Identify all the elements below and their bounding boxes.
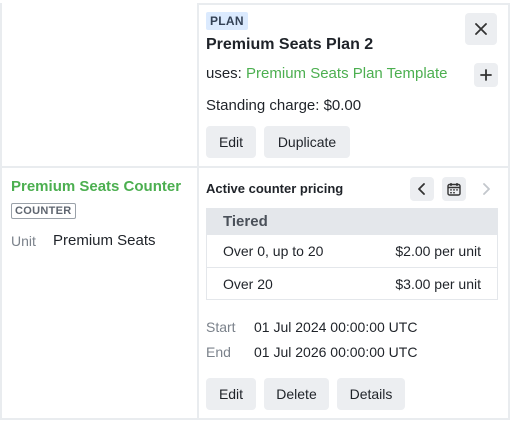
plan-title: Premium Seats Plan 2 — [206, 36, 374, 53]
duplicate-plan-button[interactable]: Duplicate — [264, 126, 350, 158]
table-row: Over 20 $3.00 per unit — [207, 267, 497, 300]
next-pricing-button[interactable] — [474, 177, 498, 201]
start-value: 01 Jul 2024 00:00:00 UTC — [254, 319, 418, 335]
edit-plan-button[interactable]: Edit — [206, 126, 256, 158]
chevron-right-icon — [483, 183, 490, 195]
calendar-icon — [447, 183, 461, 196]
uses-row: uses: Premium Seats Plan Template — [206, 65, 448, 82]
pricing-title: Active counter pricing — [206, 181, 344, 196]
close-icon — [475, 23, 487, 35]
close-button[interactable] — [465, 13, 497, 45]
end-value: 01 Jul 2026 00:00:00 UTC — [254, 344, 418, 360]
tier-range: Over 20 — [223, 276, 273, 292]
previous-pricing-button[interactable] — [410, 177, 434, 201]
details-button[interactable]: Details — [337, 378, 405, 410]
pricing-table-header: Tiered — [207, 209, 497, 234]
unit-label: Unit — [11, 233, 36, 249]
uses-label: uses: — [206, 65, 242, 82]
counter-badge: COUNTER — [11, 203, 76, 219]
end-label: End — [206, 344, 231, 360]
add-button[interactable] — [474, 63, 498, 87]
start-label: Start — [206, 319, 236, 335]
top-left-cell — [0, 3, 199, 168]
tier-price: $2.00 per unit — [395, 243, 481, 259]
plus-icon — [480, 69, 492, 81]
plan-badge: PLAN — [206, 12, 248, 30]
tier-price: $3.00 per unit — [395, 276, 481, 292]
edit-pricing-button[interactable]: Edit — [206, 378, 256, 410]
standing-charge: Standing charge: $0.00 — [206, 97, 362, 114]
chevron-left-icon — [418, 183, 425, 195]
plan-template-link[interactable]: Premium Seats Plan Template — [246, 65, 447, 82]
calendar-button[interactable] — [442, 177, 466, 201]
table-row: Over 0, up to 20 $2.00 per unit — [207, 234, 497, 267]
delete-pricing-button[interactable]: Delete — [264, 378, 329, 410]
counter-title[interactable]: Premium Seats Counter — [11, 178, 181, 195]
unit-value: Premium Seats — [53, 232, 156, 249]
tier-range: Over 0, up to 20 — [223, 243, 324, 259]
pricing-table: Tiered Over 0, up to 20 $2.00 per unit O… — [206, 208, 498, 300]
